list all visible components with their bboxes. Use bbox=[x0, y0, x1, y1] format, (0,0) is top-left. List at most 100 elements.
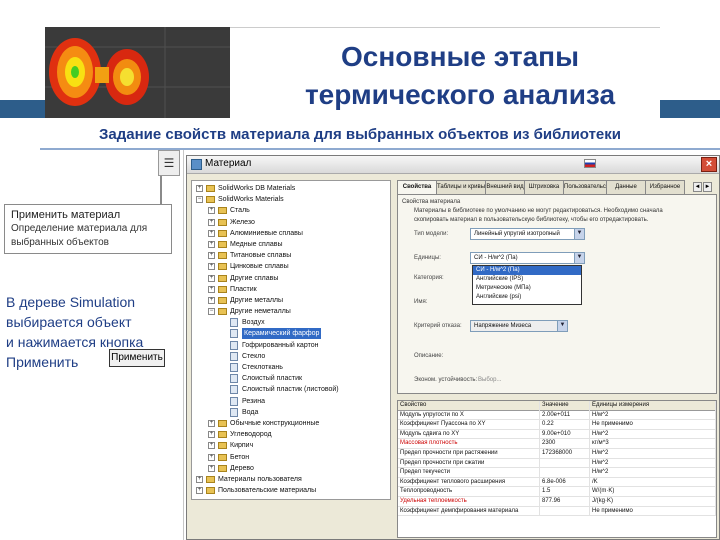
tree-item[interactable]: + Углеводород bbox=[192, 429, 390, 440]
expand-icon[interactable]: + bbox=[208, 442, 215, 450]
table-row[interactable]: Предел прочности при сжатии Н/м^2 bbox=[398, 458, 716, 469]
tree-item[interactable]: Керамический фарфор bbox=[192, 328, 390, 340]
close-button[interactable]: × bbox=[701, 157, 717, 172]
expand-icon[interactable]: + bbox=[208, 207, 215, 215]
tab-1[interactable]: Таблицы и кривые bbox=[436, 180, 486, 194]
tab-6[interactable]: Избранное bbox=[645, 180, 685, 194]
material-file-icon bbox=[230, 351, 238, 361]
tree-item[interactable]: + Сталь bbox=[192, 205, 390, 216]
scroll-left-icon[interactable]: ◄ bbox=[693, 182, 702, 192]
expand-icon[interactable]: + bbox=[208, 431, 215, 439]
table-cell: Предел прочности при растяжении bbox=[398, 448, 540, 459]
folder-icon bbox=[206, 196, 215, 204]
table-row[interactable]: Коэффициент Пуассона по XY 0.22 Не примени… bbox=[398, 420, 716, 430]
tree-item[interactable]: Резина bbox=[192, 396, 390, 407]
tree-item[interactable]: + Пользовательские материалы bbox=[192, 485, 390, 496]
tree-item[interactable]: − Другие неметаллы bbox=[192, 306, 390, 317]
dropdown-option[interactable]: Английские (psi) bbox=[473, 293, 581, 302]
expand-icon[interactable]: + bbox=[208, 240, 215, 248]
tree-item[interactable]: + Титановые сплавы bbox=[192, 250, 390, 261]
language-flag-icon[interactable] bbox=[584, 159, 596, 168]
select-link[interactable]: Выбор... bbox=[478, 377, 501, 383]
tree-item-label: Гофрированный картон bbox=[242, 341, 319, 349]
tree-item-label: Пластик bbox=[230, 285, 257, 293]
expand-icon[interactable]: + bbox=[196, 487, 203, 495]
table-row[interactable]: Предел прочности при растяжении 172368000… bbox=[398, 448, 716, 459]
tree-item[interactable]: Гофрированный картон bbox=[192, 340, 390, 351]
tree-item-label: Медные сплавы bbox=[230, 240, 283, 248]
material-file-icon bbox=[230, 329, 238, 339]
model-type-select[interactable]: Линейный упругий изотропный ▼ bbox=[470, 228, 585, 240]
table-row[interactable]: Коэффициент теплового расширения 6.8e-006… bbox=[398, 477, 716, 488]
collapse-icon[interactable]: − bbox=[208, 308, 215, 316]
tree-item[interactable]: + Пластик bbox=[192, 284, 390, 295]
tree-item[interactable]: + Кирпич bbox=[192, 440, 390, 451]
expand-icon[interactable]: + bbox=[208, 218, 215, 226]
expand-icon[interactable]: + bbox=[208, 252, 215, 260]
table-cell: 6.8e-006 bbox=[540, 477, 590, 488]
table-row[interactable]: Теплопроводность 1.5 W/(m·K) bbox=[398, 487, 716, 497]
units-dropdown-list[interactable]: СИ - Н/м^2 (Па) Английские (IPS) Метрическ… bbox=[472, 265, 582, 305]
expand-icon[interactable]: + bbox=[208, 229, 215, 237]
material-tool-icon[interactable]: ☰ bbox=[158, 150, 180, 176]
tree-item-label: Сталь bbox=[230, 207, 250, 215]
tab-5[interactable]: Данные bbox=[606, 180, 646, 194]
scroll-right-icon[interactable]: ► bbox=[703, 182, 712, 192]
divider bbox=[40, 148, 720, 150]
table-row[interactable]: Модуль упругости по X 2.00e+011 Н/м^2 bbox=[398, 410, 716, 421]
folder-icon bbox=[218, 240, 227, 248]
table-row[interactable]: Удельная теплоемкость 877.96 J/(kg·K) bbox=[398, 496, 716, 507]
tree-item[interactable]: + SolidWorks DB Materials bbox=[192, 183, 390, 194]
collapse-icon[interactable]: − bbox=[196, 196, 203, 204]
tree-item[interactable]: Слоистый пластик bbox=[192, 373, 390, 384]
properties-table[interactable]: Свойство Значение Единицы измерения Модуль … bbox=[397, 400, 717, 538]
chevron-down-icon[interactable]: ▼ bbox=[574, 229, 584, 239]
tree-item[interactable]: Воздух bbox=[192, 317, 390, 328]
tree-item[interactable]: + Обычные конструкционные bbox=[192, 418, 390, 429]
dropdown-option[interactable]: Метрические (МПа) bbox=[473, 284, 581, 293]
tree-item[interactable]: Слоистый пластик (листовой) bbox=[192, 384, 390, 395]
expand-icon[interactable]: + bbox=[208, 285, 215, 293]
tree-item[interactable]: + Железо bbox=[192, 217, 390, 228]
chevron-down-icon[interactable]: ▼ bbox=[557, 321, 567, 331]
dropdown-option[interactable]: Английские (IPS) bbox=[473, 275, 581, 284]
chevron-down-icon[interactable]: ▼ bbox=[574, 253, 584, 263]
tree-item[interactable]: Стекло bbox=[192, 351, 390, 362]
tab-2[interactable]: Внешний вид bbox=[485, 180, 525, 194]
table-row[interactable]: Модуль сдвига по XY 9.00e+010 Н/м^2 bbox=[398, 429, 716, 440]
material-file-icon bbox=[230, 385, 238, 395]
units-select[interactable]: СИ - Н/м^2 (Па) ▼ bbox=[470, 252, 585, 264]
material-tree[interactable]: + SolidWorks DB Materials − SolidWorks Mate… bbox=[191, 180, 391, 500]
tree-item[interactable]: − SolidWorks Materials bbox=[192, 194, 390, 205]
tab-0[interactable]: Свойства bbox=[397, 180, 437, 195]
table-row[interactable]: Массовая плотность 2300 кг/м^3 bbox=[398, 439, 716, 449]
expand-icon[interactable]: + bbox=[208, 263, 215, 271]
tab-4[interactable]: Пользовательские bbox=[563, 180, 607, 194]
tree-item[interactable]: + Медные сплавы bbox=[192, 239, 390, 250]
tree-item[interactable]: + Цинковые сплавы bbox=[192, 261, 390, 272]
tree-item[interactable]: + Другие сплавы bbox=[192, 273, 390, 284]
tree-item[interactable]: Вода bbox=[192, 407, 390, 418]
tree-item[interactable]: + Другие металлы bbox=[192, 295, 390, 306]
table-row[interactable]: Предел текучести Н/м^2 bbox=[398, 468, 716, 478]
tree-item[interactable]: + Бетон bbox=[192, 452, 390, 463]
material-icon bbox=[191, 159, 202, 170]
tree-item[interactable]: + Дерево bbox=[192, 463, 390, 474]
criterion-select[interactable]: Напряжение Мизеса ▼ bbox=[470, 320, 568, 332]
dropdown-option[interactable]: СИ - Н/м^2 (Па) bbox=[473, 266, 581, 275]
expand-icon[interactable]: + bbox=[208, 419, 215, 427]
apply-button[interactable]: Применить bbox=[109, 349, 165, 367]
expand-icon[interactable]: + bbox=[196, 475, 203, 483]
table-row[interactable]: Коэффициент демпфирования материала Не пр… bbox=[398, 506, 716, 517]
tree-item[interactable]: Стеклоткань bbox=[192, 362, 390, 373]
tab-3[interactable]: Штриховка bbox=[524, 180, 564, 194]
expand-icon[interactable]: + bbox=[208, 296, 215, 304]
expand-icon[interactable]: + bbox=[208, 274, 215, 282]
table-cell: 2300 bbox=[540, 439, 590, 449]
folder-icon bbox=[218, 252, 227, 260]
expand-icon[interactable]: + bbox=[208, 464, 215, 472]
tree-item[interactable]: + Материалы пользователя bbox=[192, 474, 390, 485]
tree-item[interactable]: + Алюминиевые сплавы bbox=[192, 228, 390, 239]
expand-icon[interactable]: + bbox=[208, 453, 215, 461]
expand-icon[interactable]: + bbox=[196, 185, 203, 192]
